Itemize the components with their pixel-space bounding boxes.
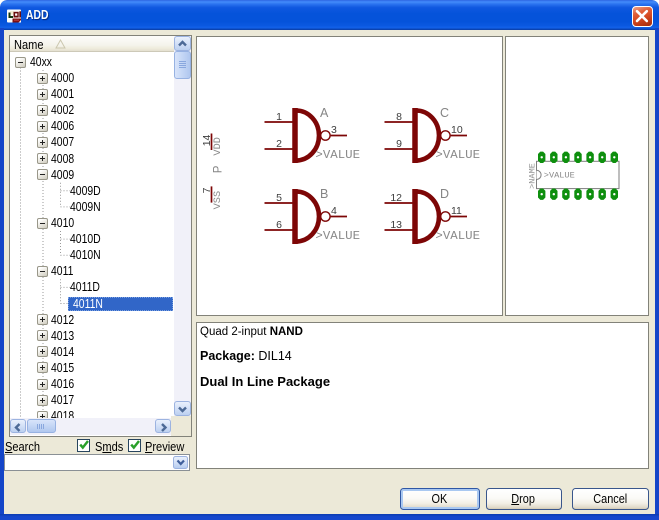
svg-text:3: 3 (331, 123, 337, 135)
svg-text:9: 9 (396, 137, 402, 149)
svg-text:B: B (320, 187, 328, 201)
svg-text:VSS: VSS (212, 190, 224, 209)
svg-text:1: 1 (276, 110, 282, 122)
svg-text:P: P (212, 165, 224, 173)
svg-text:C: C (440, 106, 449, 120)
svg-text:2: 2 (276, 137, 282, 149)
svg-text:>VALUE: >VALUE (315, 147, 360, 161)
svg-text:5: 5 (276, 191, 282, 203)
svg-text:10: 10 (451, 123, 463, 135)
svg-text:>VALUE: >VALUE (315, 228, 360, 242)
svg-text:>VALUE: >VALUE (435, 228, 480, 242)
svg-text:12: 12 (390, 191, 402, 203)
svg-text:>NAME: >NAME (527, 163, 537, 189)
svg-text:6: 6 (276, 218, 282, 230)
svg-text:>VALUE: >VALUE (543, 170, 574, 180)
svg-text:D: D (440, 187, 449, 201)
svg-text:13: 13 (390, 218, 402, 230)
svg-text:VDD: VDD (212, 137, 224, 156)
svg-text:>VALUE: >VALUE (435, 147, 480, 161)
svg-text:11: 11 (451, 204, 462, 216)
svg-text:A: A (320, 106, 329, 120)
svg-text:4: 4 (331, 204, 337, 216)
svg-text:8: 8 (396, 110, 402, 122)
